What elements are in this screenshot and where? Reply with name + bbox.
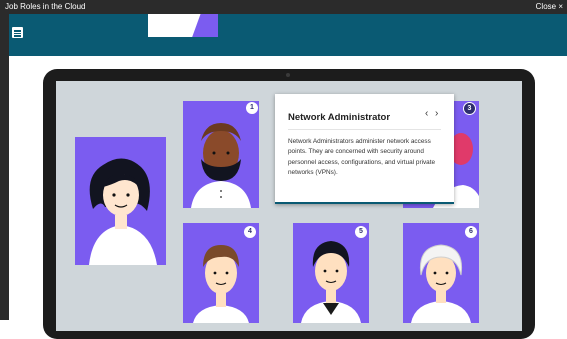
person-card-6[interactable] bbox=[403, 223, 479, 323]
window-titlebar: Job Roles in the Cloud Close × bbox=[0, 0, 567, 14]
person-card-5[interactable] bbox=[293, 223, 369, 323]
card-4-badge[interactable]: 4 bbox=[244, 226, 256, 238]
card-1-badge[interactable]: 1 bbox=[246, 102, 258, 114]
camera-dot bbox=[286, 73, 290, 77]
popup-title: Network Administrator bbox=[288, 112, 391, 123]
role-popup: Network Administrator ‹ › Network Admini… bbox=[275, 94, 454, 204]
person-beard-icon bbox=[191, 123, 251, 208]
next-arrow-icon[interactable]: › bbox=[435, 108, 438, 119]
person-card-4[interactable] bbox=[183, 223, 259, 323]
person-white-hair-icon bbox=[411, 244, 471, 323]
popup-divider bbox=[288, 129, 441, 130]
card-3-badge[interactable]: 3 bbox=[463, 102, 476, 115]
person-black-hair-icon bbox=[301, 241, 361, 323]
person-card-1[interactable] bbox=[183, 101, 259, 208]
popup-body: Network Administrators administer networ… bbox=[288, 138, 436, 176]
header-banner-image bbox=[148, 14, 218, 37]
window-frame bbox=[0, 14, 9, 320]
hamburger-menu-icon[interactable] bbox=[12, 27, 23, 38]
prev-arrow-icon[interactable]: ‹ bbox=[425, 108, 428, 119]
close-button[interactable]: Close × bbox=[536, 0, 563, 14]
window-title: Job Roles in the Cloud bbox=[5, 2, 86, 11]
course-header bbox=[9, 14, 567, 56]
featured-person-card bbox=[75, 137, 166, 265]
person-curly-hair-icon bbox=[89, 158, 157, 265]
card-6-badge[interactable]: 6 bbox=[465, 226, 477, 238]
card-5-badge[interactable]: 5 bbox=[355, 226, 367, 238]
person-brown-hair-icon bbox=[193, 245, 249, 323]
